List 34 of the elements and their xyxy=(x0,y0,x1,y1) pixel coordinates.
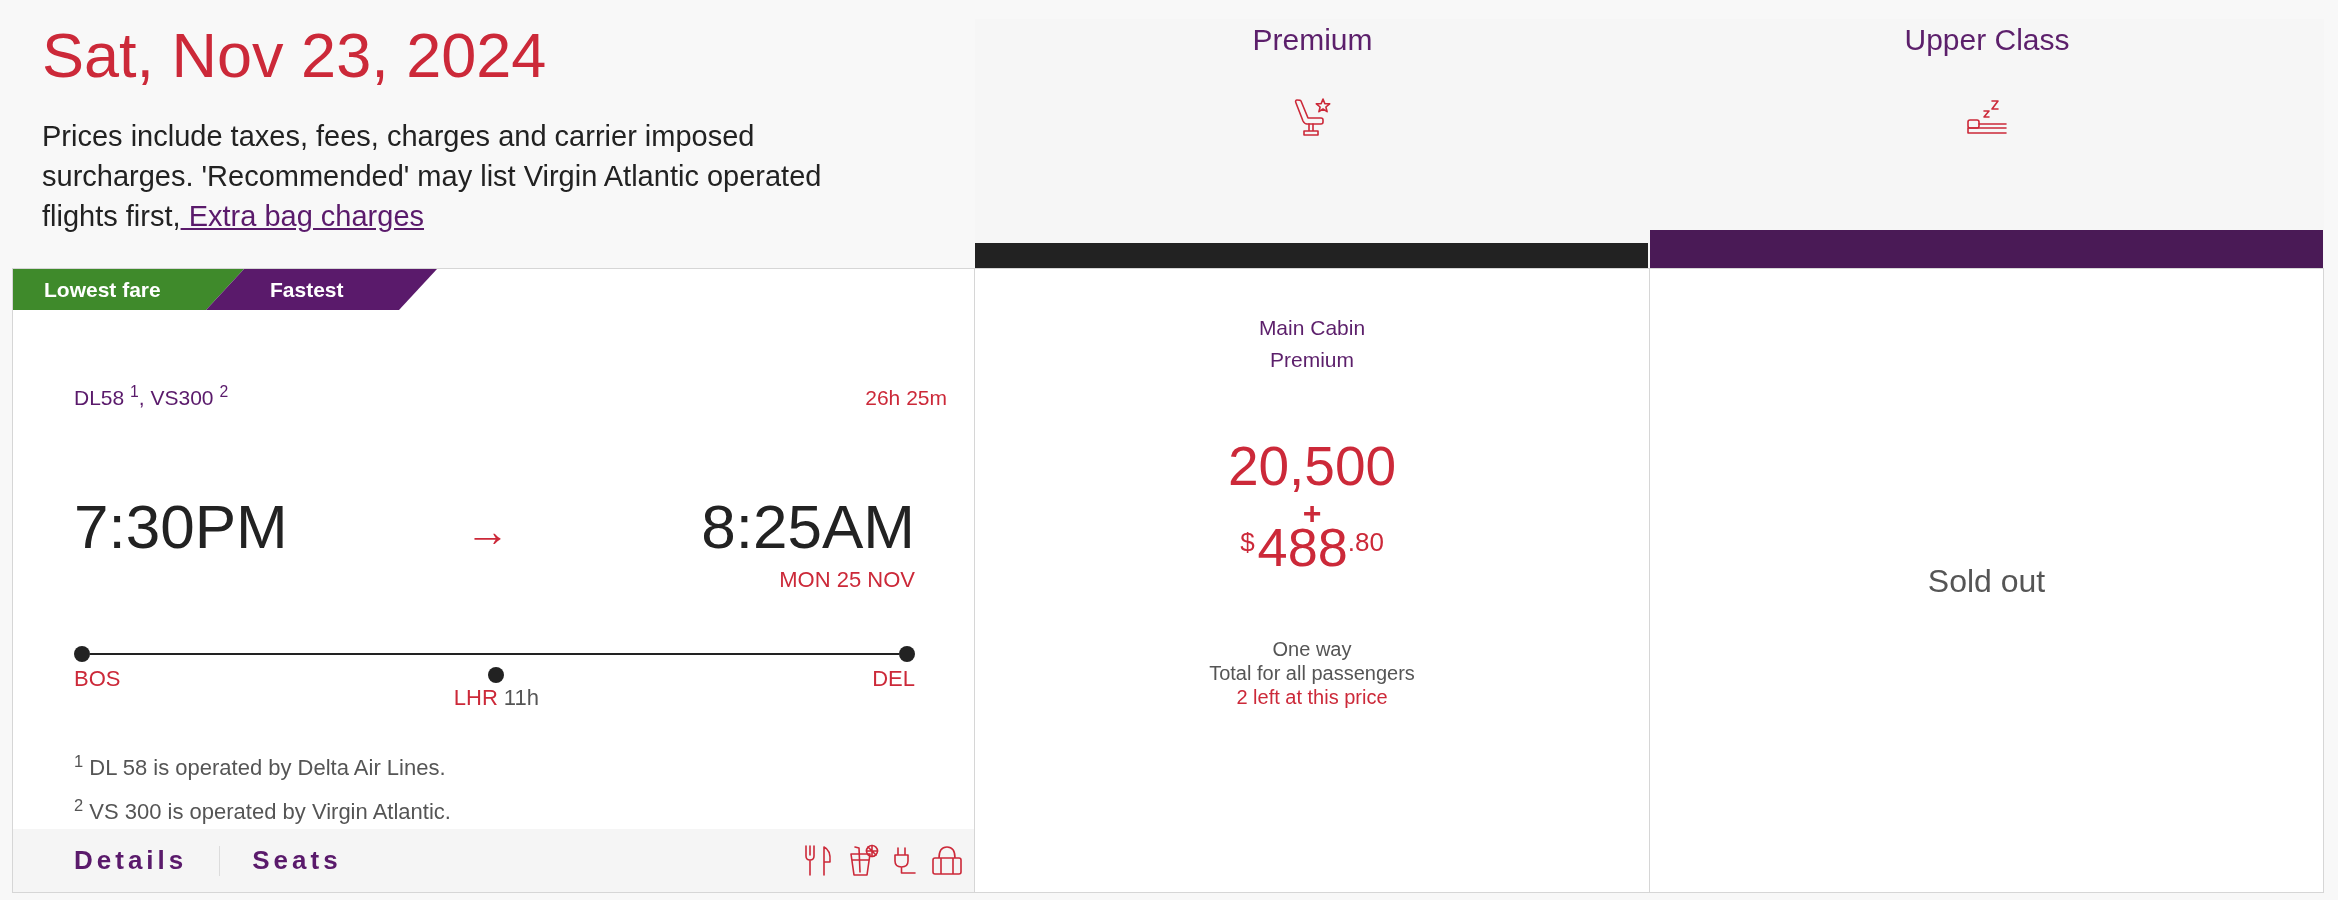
origin-code: BOS xyxy=(74,665,121,693)
points-price: 20,500 xyxy=(1227,439,1397,493)
details-link[interactable]: Details xyxy=(74,841,188,880)
cabin-name: Main Cabin xyxy=(1258,315,1366,341)
drink-icon xyxy=(848,844,879,877)
plus-sign: + xyxy=(1302,503,1322,523)
layover-duration: 11h xyxy=(503,684,539,712)
fare-name: Premium xyxy=(1270,347,1354,373)
fare-tag: Fastest xyxy=(206,269,437,310)
plug-icon xyxy=(893,845,917,876)
seat-with-star-icon xyxy=(1292,97,1333,137)
bag-icon xyxy=(931,845,963,876)
sold-out-label: Sold out xyxy=(1927,561,2046,601)
destination-code: DEL xyxy=(872,665,915,693)
fork-and-knife-icon xyxy=(803,844,834,877)
flight-duration: 26h 25m xyxy=(865,385,947,411)
cabin-title: Premium xyxy=(1252,22,1373,58)
departure-time: 7:30PM xyxy=(74,496,288,558)
footnote: $^{1}$ DL 58 is operated by Delta Air Lines. xyxy=(74,754,447,782)
flight-arrow: → xyxy=(465,509,510,553)
extra-bag-charges-link[interactable]: Extra bag charges xyxy=(180,200,424,232)
date-heading: Sat, Nov 23, 2024 xyxy=(42,25,548,85)
flight-numbers: DL58 $^{1}$, VS300 $^{2}$ xyxy=(74,384,229,411)
arrival-time: 8:25AM xyxy=(701,496,915,558)
arrival-date: MON 25 NOV xyxy=(779,566,915,594)
stopover-code: LHR xyxy=(453,684,498,712)
price-notice: Prices include taxes, fees, charges and carrier imposed surcharges. 'Recommended' may list Virgin Atlantic operated flights first, Extra bag charges xyxy=(42,119,823,234)
seats-left: 2 left at this price xyxy=(1236,685,1388,709)
seats-link[interactable]: Seats xyxy=(252,841,342,880)
footnote: $^{2}$ VS 300 is operated by Virgin Atlantic. xyxy=(74,798,452,826)
bed-icon xyxy=(1965,97,2009,137)
cabin-title: Upper Class xyxy=(1904,22,2070,58)
trip-type: One way xyxy=(1272,637,1352,661)
total-note: Total for all passengers xyxy=(1209,661,1415,685)
